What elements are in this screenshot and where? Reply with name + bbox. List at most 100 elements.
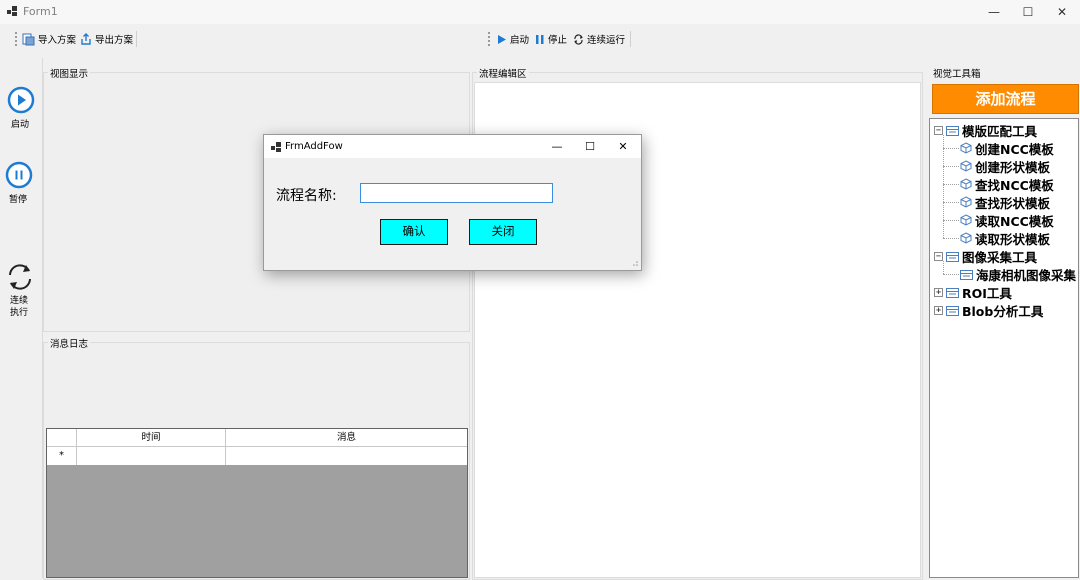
tree-tool-label: 创建形状模板 (975, 159, 1051, 175)
toolbar-start-label: 启动 (510, 35, 530, 46)
rail-pause-label: 暂停 (8, 195, 27, 205)
flow-name-input[interactable] (360, 183, 553, 203)
tree-connector (943, 261, 944, 274)
tree-tool-label: 读取NCC模板 (975, 213, 1054, 229)
tree-group-label: ROI工具 (962, 285, 1012, 301)
tree-group-node[interactable]: − 图像采集工具 (934, 247, 1037, 265)
rail-start-button[interactable] (7, 86, 35, 117)
message-log-title: 消息日志 (48, 336, 91, 350)
toolbar-continuous-label: 连续运行 (587, 35, 626, 46)
dialog-title: FrmAddFow (285, 141, 343, 152)
grid-column-time[interactable]: 时间 (77, 429, 226, 447)
tool-group-icon (946, 125, 962, 136)
tree-connector (943, 238, 959, 239)
tree-connector (943, 220, 959, 221)
tree-tool-node[interactable]: 查找NCC模板 (960, 175, 1054, 193)
play-circle-icon (7, 86, 35, 114)
import-scheme-label: 导入方案 (38, 35, 77, 46)
tree-group-label: 图像采集工具 (962, 249, 1038, 265)
toolbar-separator (136, 31, 137, 47)
cube-icon (960, 214, 975, 226)
export-scheme-button[interactable]: 导出方案 (80, 32, 133, 46)
flow-name-label: 流程名称: (276, 188, 337, 204)
play-icon (498, 34, 506, 44)
tree-group-node[interactable]: + Blob分析工具 (934, 301, 1043, 319)
tree-connector (943, 184, 959, 185)
rail-pause-button[interactable] (5, 161, 33, 192)
loop-icon (574, 33, 583, 45)
view-display-title: 视图显示 (48, 66, 91, 80)
toolbar-grip[interactable] (15, 32, 20, 46)
tree-tool-label: 创建NCC模板 (975, 141, 1054, 157)
dialog-minimize-button[interactable]: — (544, 135, 570, 158)
grid-cell-message[interactable] (226, 447, 467, 465)
tree-tool-node[interactable]: 创建NCC模板 (960, 139, 1054, 157)
app-icon (7, 6, 17, 16)
import-scheme-button[interactable]: 导入方案 (22, 32, 76, 46)
cube-icon (960, 196, 975, 208)
tree-tool-label: 查找NCC模板 (975, 177, 1054, 193)
expand-icon[interactable]: + (934, 287, 943, 297)
tool-group-icon (946, 251, 962, 262)
cube-icon (960, 142, 975, 154)
flow-edit-title: 流程编辑区 (477, 66, 529, 80)
rail-continuous-button[interactable] (5, 262, 35, 295)
dialog-app-icon (271, 142, 281, 152)
cube-icon (960, 232, 975, 244)
cube-icon (960, 160, 975, 172)
collapse-icon[interactable]: − (934, 125, 943, 135)
dialog-close-button[interactable]: ✕ (610, 135, 636, 158)
tree-tool-node[interactable]: 创建形状模板 (960, 157, 1050, 175)
rail-continuous-label-2: 执行 (9, 308, 28, 318)
message-log-grid[interactable]: 时间 消息 * (46, 428, 468, 578)
tree-group-label: Blob分析工具 (962, 303, 1044, 319)
cube-icon (960, 178, 975, 190)
tree-connector (943, 135, 944, 238)
dialog-close-action-button[interactable]: 关闭 (469, 219, 537, 245)
tree-group-label: 模版匹配工具 (962, 123, 1038, 139)
grid-cell-time[interactable] (77, 447, 226, 465)
new-row-marker: * (47, 447, 77, 465)
close-button[interactable]: ✕ (1039, 0, 1080, 24)
pause-circle-icon (5, 161, 33, 189)
window-title: Form1 (23, 5, 58, 18)
tree-tool-node[interactable]: 查找形状模板 (960, 193, 1050, 211)
tree-tool-node[interactable]: 读取NCC模板 (960, 211, 1054, 229)
vision-toolbox-title: 视觉工具箱 (931, 66, 983, 80)
tree-tool-node[interactable]: 读取形状模板 (960, 229, 1050, 247)
collapse-icon[interactable]: − (934, 251, 943, 261)
toolbar-start-button[interactable]: 启动 (497, 32, 529, 46)
left-rail (0, 58, 43, 578)
import-icon (22, 33, 35, 45)
tree-group-node[interactable]: + ROI工具 (934, 283, 1012, 301)
toolbar-stop-button[interactable]: 停止 (535, 32, 567, 46)
grid-column-message[interactable]: 消息 (226, 429, 467, 447)
toolbar-continuous-button[interactable]: 连续运行 (573, 32, 625, 46)
tree-connector (943, 148, 959, 149)
tool-group-icon (960, 269, 976, 280)
tool-group-icon (946, 305, 962, 316)
resize-grip-icon[interactable] (631, 260, 639, 268)
export-icon (81, 33, 91, 45)
dialog-maximize-button[interactable]: ☐ (577, 135, 603, 158)
refresh-icon (9, 264, 31, 290)
tree-group-node[interactable]: − 模版匹配工具 (934, 121, 1037, 139)
pause-icon (536, 34, 544, 44)
grid-row-header (47, 429, 77, 447)
confirm-button[interactable]: 确认 (380, 219, 448, 245)
expand-icon[interactable]: + (934, 305, 943, 315)
add-flow-button[interactable]: 添加流程 (932, 84, 1079, 114)
tool-tree[interactable]: − 模版匹配工具创建NCC模板 创建形状模板 查找NCC模板 查找形状模板 读取NCC模板… (929, 118, 1079, 578)
tree-tool-label: 海康相机图像采集 (976, 267, 1077, 283)
export-scheme-label: 导出方案 (95, 35, 134, 46)
tree-connector (943, 202, 959, 203)
tree-tool-node[interactable]: 海康相机图像采集 (960, 265, 1076, 283)
toolbar-stop-label: 停止 (548, 35, 568, 46)
tree-connector (943, 166, 959, 167)
tree-tool-label: 读取形状模板 (975, 231, 1051, 247)
toolbar-separator-2 (630, 31, 631, 47)
title-bar: Form1 — ☐ ✕ (0, 0, 1080, 24)
tree-tool-label: 查找形状模板 (975, 195, 1051, 211)
rail-start-label: 启动 (10, 120, 29, 130)
toolbar-grip-2[interactable] (488, 32, 493, 46)
